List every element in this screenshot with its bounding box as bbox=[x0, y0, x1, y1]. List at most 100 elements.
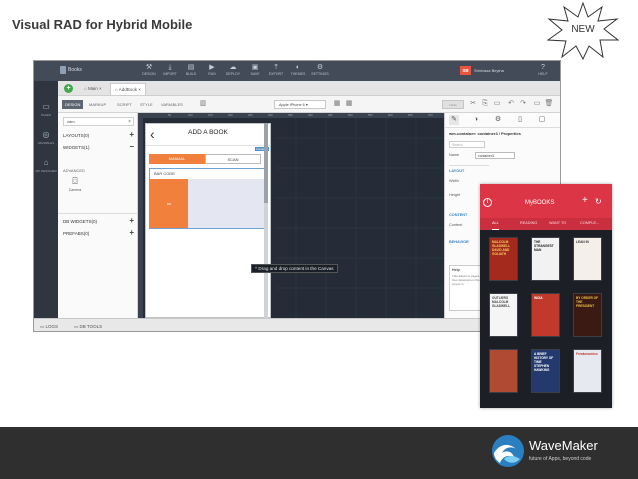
add-page-button[interactable]: + bbox=[64, 84, 73, 93]
book-cover[interactable]: Freakonomics bbox=[573, 349, 602, 393]
name-input[interactable]: container3 bbox=[475, 152, 515, 159]
top-action-save[interactable]: ▣ SAVE bbox=[246, 64, 264, 79]
tab-reading[interactable]: READING bbox=[520, 218, 537, 230]
widget-search-input[interactable]: cam × bbox=[63, 117, 134, 126]
collapse-icon[interactable]: − bbox=[129, 143, 134, 151]
book-cover[interactable]: BY ORDER OF THE PRESIDENT bbox=[573, 293, 602, 337]
tab-design[interactable]: DESIGN bbox=[62, 100, 84, 109]
security-icon[interactable]: ▢ bbox=[537, 115, 547, 125]
themes-icon: ◐ bbox=[295, 64, 301, 71]
left-rail: ▭ PAGES ◎ VARIABLES ⌂ API DESIGNER bbox=[34, 81, 58, 318]
help-button[interactable]: ? HELP bbox=[534, 64, 552, 79]
cut-icon[interactable]: ✂ bbox=[468, 99, 478, 109]
deploy-icon: ☁ bbox=[229, 64, 237, 71]
camera-placeholder[interactable]: ss bbox=[150, 179, 188, 228]
tab-all[interactable]: ALL bbox=[492, 218, 499, 230]
behavior-section[interactable]: BEHAVIOR bbox=[449, 240, 469, 244]
expand-icon[interactable]: + bbox=[129, 229, 134, 237]
selected-container[interactable]: BAR CODE ss bbox=[149, 168, 265, 229]
book-cover-text: OUTLIERS MALCOLM GLADWELL bbox=[492, 296, 511, 308]
user-name[interactable]: Srinivasa Beyina bbox=[474, 68, 504, 73]
top-action-settings[interactable]: ⚙ SETTINGS bbox=[311, 64, 329, 79]
properties-title: wm-container: container3 / Properties bbox=[449, 131, 521, 136]
phone-scrollbar[interactable] bbox=[264, 123, 268, 318]
tab-addbook[interactable]: ⌂ AddBook × bbox=[110, 83, 146, 95]
book-cover-text: INDIA bbox=[534, 296, 543, 300]
layout-section[interactable]: LAYOUT bbox=[449, 169, 464, 173]
mobile-icon[interactable]: ▯ bbox=[515, 115, 525, 125]
top-action-import[interactable]: ⤓ IMPORT bbox=[161, 64, 179, 79]
undo-icon[interactable]: ↶ bbox=[506, 99, 516, 109]
refresh-icon[interactable]: ↻ bbox=[595, 196, 602, 208]
new-badge-label: NEW bbox=[571, 24, 595, 35]
widget-group-layouts[interactable]: LAYOUTS(0) + bbox=[63, 131, 134, 140]
design-canvas[interactable]: 50 100 150 200 250 300 350 400 450 500 5… bbox=[138, 113, 444, 318]
widget-group-prefabs[interactable]: PREFABS(0) + bbox=[63, 229, 134, 238]
layout-icon[interactable]: ▥ bbox=[198, 99, 208, 109]
expand-icon[interactable]: + bbox=[129, 217, 134, 225]
top-action-run[interactable]: ▶ RUN bbox=[203, 64, 221, 79]
clear-icon[interactable]: ▭ bbox=[532, 99, 542, 109]
top-action-build[interactable]: ▤ BUILD bbox=[182, 64, 200, 79]
top-action-themes[interactable]: ◐ THEMES bbox=[289, 64, 307, 79]
add-icon[interactable]: + bbox=[582, 195, 588, 207]
tab-script[interactable]: SCRIPT bbox=[114, 100, 135, 109]
delete-icon[interactable]: 🗑 bbox=[544, 99, 554, 109]
book-cover[interactable] bbox=[489, 349, 518, 393]
scan-toggle[interactable]: SCAN bbox=[205, 154, 261, 164]
book-cover[interactable]: THE STRANGEST MAN bbox=[531, 237, 560, 281]
divider bbox=[58, 213, 138, 214]
undo-button[interactable]: Undo bbox=[442, 100, 464, 109]
manual-toggle[interactable]: MANUAL bbox=[149, 154, 205, 164]
logs-button[interactable]: ▭ LOGS bbox=[40, 322, 58, 331]
tab-want-to[interactable]: WANT TO bbox=[549, 218, 566, 230]
scroll-thumb[interactable] bbox=[264, 123, 268, 203]
drag-drop-hint: ^ Drag and drop content in the Canvas bbox=[251, 264, 338, 273]
book-cover[interactable]: MALCOLM GLADWELL DAVID AND GOLIATH bbox=[489, 237, 518, 281]
properties-pen-icon[interactable]: ✎ bbox=[449, 115, 459, 125]
device-select[interactable]: Apple iPhone 6 ▾ bbox=[274, 100, 326, 109]
book-cover[interactable]: LEAN IN bbox=[573, 237, 602, 281]
book-cover[interactable]: INDIA bbox=[531, 293, 560, 337]
tab-complete[interactable]: COMPLE... bbox=[580, 218, 599, 230]
copy-icon[interactable]: ⎘ bbox=[480, 99, 490, 109]
widget-group-widgets[interactable]: WIDGETS(1) − bbox=[63, 143, 134, 152]
styles-icon[interactable]: ◑ bbox=[471, 115, 481, 125]
info-icon[interactable]: i bbox=[483, 198, 492, 207]
top-action-design[interactable]: ⚒ DESIGN bbox=[140, 64, 158, 79]
footer: WaveMaker future of Apps, beyond code bbox=[0, 427, 638, 479]
fit-view-icon[interactable]: ▦ bbox=[344, 99, 354, 109]
expand-icon[interactable]: + bbox=[129, 131, 134, 139]
device-view-icon[interactable]: ▦ bbox=[332, 99, 342, 109]
tab-markup[interactable]: MARKUP bbox=[86, 100, 109, 109]
tab-main[interactable]: ⌂ Main × bbox=[80, 83, 106, 95]
rail-item-variables[interactable]: ◎ VARIABLES bbox=[34, 129, 58, 155]
tab-variables[interactable]: VARIABLES bbox=[158, 100, 186, 109]
book-cover[interactable]: OUTLIERS MALCOLM GLADWELL bbox=[489, 293, 518, 337]
app-name[interactable]: Books bbox=[68, 67, 82, 73]
properties-search-input[interactable]: Search bbox=[449, 141, 485, 148]
slide-title: Visual RAD for Hybrid Mobile bbox=[12, 17, 193, 32]
db-tools-button[interactable]: ▭ DB TOOLS bbox=[74, 322, 102, 331]
book-cover[interactable]: A BRIEF HISTORY OF TIME STEPHEN HAWKING bbox=[531, 349, 560, 393]
phone-preview[interactable]: ‹ ADD A BOOK Container MANUAL SCAN BAR C… bbox=[145, 123, 271, 318]
clear-search-icon[interactable]: × bbox=[128, 118, 131, 126]
rail-item-api-designer[interactable]: ⌂ API DESIGNER bbox=[34, 157, 58, 183]
top-action-deploy[interactable]: ☁ DEPLOY bbox=[224, 64, 242, 79]
tab-style[interactable]: STYLE bbox=[137, 100, 156, 109]
page-tab-bar: + ⌂ Main × ⌂ AddBook × bbox=[58, 81, 560, 96]
user-avatar[interactable]: SB bbox=[460, 66, 471, 75]
widget-group-db-widgets[interactable]: DB WIDGETS(0) + bbox=[63, 217, 134, 226]
top-action-export[interactable]: ⤒ EXPORT bbox=[267, 64, 285, 79]
back-chevron-icon[interactable]: ‹ bbox=[150, 126, 155, 142]
paste-icon[interactable]: ▭ bbox=[492, 99, 502, 109]
redo-icon[interactable]: ↷ bbox=[518, 99, 528, 109]
events-icon[interactable]: ⚙ bbox=[493, 115, 503, 125]
camera-widget[interactable]: ⌼ Camera bbox=[63, 175, 87, 201]
rail-item-pages[interactable]: ▭ PAGES bbox=[34, 101, 58, 127]
ruler-mark: 50 bbox=[168, 113, 172, 117]
page-title: ADD A BOOK bbox=[188, 129, 228, 136]
content-section[interactable]: CONTENT bbox=[449, 213, 467, 217]
api-designer-icon: ⌂ bbox=[43, 158, 49, 167]
ruler-mark: 200 bbox=[228, 113, 233, 117]
